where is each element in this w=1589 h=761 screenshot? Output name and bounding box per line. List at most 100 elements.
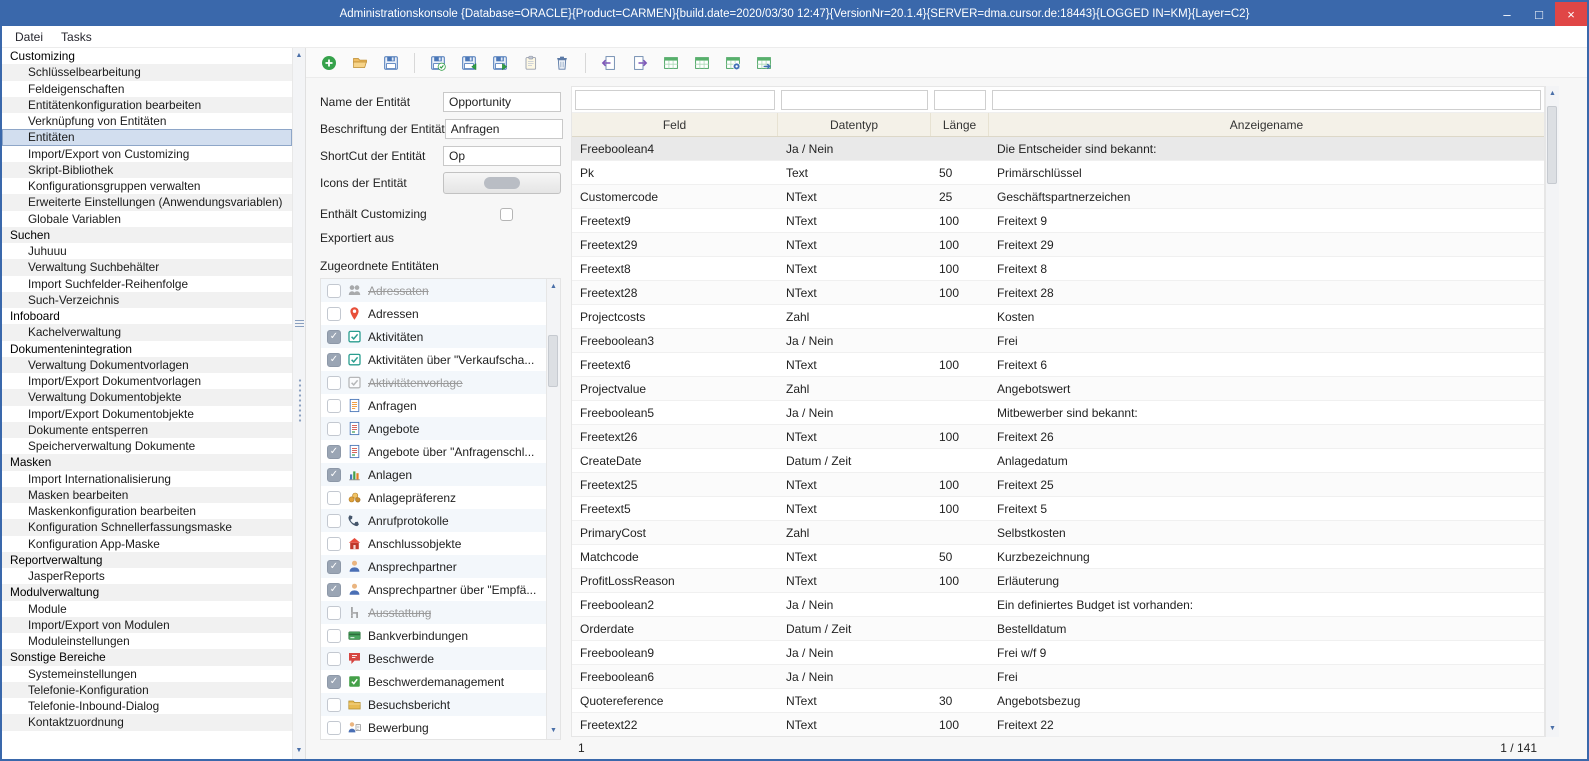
sidebar-item[interactable]: Entitätenkonfiguration bearbeiten: [2, 97, 292, 113]
table-row[interactable]: Freetext25NText100Freitext 25: [572, 473, 1544, 497]
entity-checkbox[interactable]: [327, 399, 341, 413]
table-row[interactable]: Freetext6NText100Freitext 6: [572, 353, 1544, 377]
column-header[interactable]: Anzeigename: [989, 113, 1544, 136]
grid-export-button[interactable]: [751, 51, 777, 75]
entity-shortcut-input[interactable]: [443, 146, 561, 166]
entity-checkbox[interactable]: [327, 606, 341, 620]
entity-checkbox[interactable]: [327, 514, 341, 528]
minimize-button[interactable]: –: [1491, 2, 1523, 26]
sidebar-item[interactable]: Verwaltung Suchbehälter: [2, 259, 292, 275]
sidebar-item[interactable]: Module: [2, 601, 292, 617]
table-row[interactable]: ProjectcostsZahlKosten: [572, 305, 1544, 329]
scroll-up-icon[interactable]: [547, 281, 560, 293]
entity-list-item[interactable]: Bewerbung: [321, 716, 546, 739]
grid-button-2[interactable]: [689, 51, 715, 75]
maximize-button[interactable]: □: [1523, 2, 1555, 26]
scroll-thumb[interactable]: [548, 335, 558, 387]
entity-checkbox[interactable]: [327, 468, 341, 482]
sidebar-item[interactable]: Erweiterte Einstellungen (Anwendungsvari…: [2, 194, 292, 210]
sidebar-item[interactable]: Dokumente entsperren: [2, 422, 292, 438]
sidebar-item[interactable]: Globale Variablen: [2, 211, 292, 227]
splitter-dots-icon[interactable]: [297, 378, 303, 424]
entity-name-input[interactable]: [443, 92, 561, 112]
table-row[interactable]: CustomercodeNText25Geschäftspartnerzeich…: [572, 185, 1544, 209]
sidebar-item[interactable]: Import/Export Dokumentobjekte: [2, 406, 292, 422]
sidebar-item[interactable]: Kachelverwaltung: [2, 324, 292, 340]
sidebar-category[interactable]: Customizing: [2, 48, 292, 64]
entity-list-item[interactable]: Angebote: [321, 417, 546, 440]
entity-checkbox[interactable]: [327, 583, 341, 597]
scroll-down-icon[interactable]: [1546, 723, 1559, 735]
table-row[interactable]: PrimaryCostZahlSelbstkosten: [572, 521, 1544, 545]
sidebar-item[interactable]: Skript-Bibliothek: [2, 162, 292, 178]
column-header[interactable]: Länge: [931, 113, 989, 136]
sidebar-item[interactable]: Import/Export von Customizing: [2, 146, 292, 162]
sidebar-category[interactable]: Reportverwaltung: [2, 552, 292, 568]
sidebar-item[interactable]: Schlüsselbearbeitung: [2, 64, 292, 80]
entity-caption-input[interactable]: [445, 119, 563, 139]
entity-list-item[interactable]: Adressen: [321, 302, 546, 325]
save-import-button[interactable]: [456, 51, 482, 75]
entity-list-item[interactable]: Anlagepräferenz: [321, 486, 546, 509]
entity-checkbox[interactable]: [327, 422, 341, 436]
entity-list-item[interactable]: Besuchsbericht: [321, 693, 546, 716]
scroll-thumb[interactable]: [1547, 106, 1557, 184]
sidebar-scrollbar[interactable]: [292, 48, 306, 759]
table-row[interactable]: MatchcodeNText50Kurzbezeichnung: [572, 545, 1544, 569]
entity-list-scrollbar[interactable]: [546, 279, 560, 739]
sidebar-category[interactable]: Dokumentenintegration: [2, 341, 292, 357]
entity-checkbox[interactable]: [327, 721, 341, 735]
sidebar-category[interactable]: Sonstige Bereiche: [2, 649, 292, 665]
sidebar-item[interactable]: Kontaktzuordnung: [2, 714, 292, 730]
table-row[interactable]: Freeboolean6Ja / NeinFrei: [572, 665, 1544, 689]
menu-tasks[interactable]: Tasks: [52, 28, 101, 46]
save-button[interactable]: [378, 51, 404, 75]
entity-list-item[interactable]: Anlagen: [321, 463, 546, 486]
table-row[interactable]: Freeboolean5Ja / NeinMitbewerber sind be…: [572, 401, 1544, 425]
sidebar-item[interactable]: Konfiguration Schnellerfassungsmaske: [2, 519, 292, 535]
entity-checkbox[interactable]: [327, 445, 341, 459]
close-button[interactable]: ×: [1555, 2, 1587, 26]
sidebar-item[interactable]: Verknüpfung von Entitäten: [2, 113, 292, 129]
sidebar-item[interactable]: Import/Export von Modulen: [2, 617, 292, 633]
entity-list-item[interactable]: Ansprechpartner: [321, 555, 546, 578]
table-row[interactable]: Freeboolean3Ja / NeinFrei: [572, 329, 1544, 353]
scroll-up-icon[interactable]: [293, 50, 305, 62]
entity-list-item[interactable]: Ansprechpartner über "Empfä...: [321, 578, 546, 601]
table-row[interactable]: Freetext9NText100Freitext 9: [572, 209, 1544, 233]
sidebar-category[interactable]: Infoboard: [2, 308, 292, 324]
entity-checkbox[interactable]: [327, 376, 341, 390]
entity-list-item[interactable]: Anrufprotokolle: [321, 509, 546, 532]
sidebar-item[interactable]: Systemeinstellungen: [2, 666, 292, 682]
sidebar-item[interactable]: Masken bearbeiten: [2, 487, 292, 503]
entity-list-item[interactable]: Aktivitäten: [321, 325, 546, 348]
scroll-track[interactable]: [547, 293, 560, 725]
table-row[interactable]: Freeboolean4Ja / NeinDie Entscheider sin…: [572, 137, 1544, 161]
scroll-track[interactable]: [1546, 100, 1559, 723]
sidebar-item[interactable]: Juhuuu: [2, 243, 292, 259]
sidebar-item[interactable]: Speicherverwaltung Dokumente: [2, 438, 292, 454]
table-row[interactable]: QuotereferenceNText30Angebotsbezug: [572, 689, 1544, 713]
save-export-button[interactable]: [487, 51, 513, 75]
column-header[interactable]: Feld: [572, 113, 778, 136]
entity-checkbox[interactable]: [327, 353, 341, 367]
column-header[interactable]: Datentyp: [778, 113, 931, 136]
clipboard-button[interactable]: [518, 51, 544, 75]
sidebar-item[interactable]: Verwaltung Dokumentvorlagen: [2, 357, 292, 373]
sidebar-item[interactable]: Maskenkonfiguration bearbeiten: [2, 503, 292, 519]
table-row[interactable]: Freeboolean9Ja / NeinFrei w/f 9: [572, 641, 1544, 665]
grid-settings-button[interactable]: [720, 51, 746, 75]
entity-list-item[interactable]: Anfragen: [321, 394, 546, 417]
table-row[interactable]: Freetext8NText100Freitext 8: [572, 257, 1544, 281]
entity-checkbox[interactable]: [327, 537, 341, 551]
entity-checkbox[interactable]: [327, 307, 341, 321]
splitter-grip-icon[interactable]: [295, 320, 304, 329]
sidebar-item[interactable]: Telefonie-Inbound-Dialog: [2, 698, 292, 714]
sidebar-item[interactable]: Konfiguration App-Maske: [2, 536, 292, 552]
sidebar-category[interactable]: Masken: [2, 454, 292, 470]
scroll-down-icon[interactable]: [293, 745, 305, 757]
entity-checkbox[interactable]: [327, 629, 341, 643]
entity-checkbox[interactable]: [327, 330, 341, 344]
table-row[interactable]: ProjectvalueZahlAngebotswert: [572, 377, 1544, 401]
scroll-down-icon[interactable]: [547, 725, 560, 737]
